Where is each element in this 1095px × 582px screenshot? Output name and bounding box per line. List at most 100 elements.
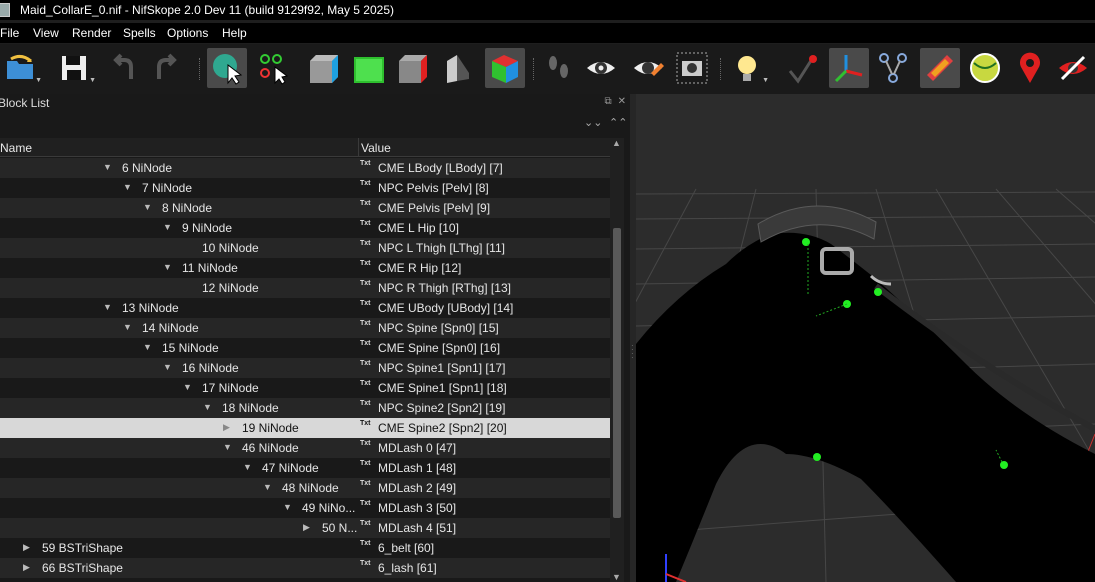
block-value[interactable]: CME Spine2 [Spn2] [20] bbox=[378, 421, 507, 435]
undo-button[interactable] bbox=[104, 48, 144, 88]
block-value[interactable]: CME L Hip [10] bbox=[378, 221, 459, 235]
select-vertex-button[interactable] bbox=[254, 48, 294, 88]
tree-row[interactable]: ▼ 46 NiNode Txt MDLash 0 [47] bbox=[0, 438, 610, 458]
node-marker[interactable] bbox=[874, 288, 882, 296]
hide-button[interactable] bbox=[1053, 48, 1093, 88]
show-collision-button[interactable] bbox=[965, 48, 1005, 88]
menu-options[interactable]: Options bbox=[167, 26, 208, 40]
collapse-arrow-icon[interactable]: ▼ bbox=[103, 302, 112, 312]
show-nodes-button[interactable] bbox=[873, 48, 913, 88]
tree-row[interactable]: 10 NiNode Txt NPC L Thigh [LThg] [11] bbox=[0, 238, 610, 258]
tree-row[interactable]: ▼ 7 NiNode Txt NPC Pelvis [Pelv] [8] bbox=[0, 178, 610, 198]
block-value[interactable]: MDLash 1 [48] bbox=[378, 461, 456, 475]
block-value[interactable]: NPC R Thigh [RThg] [13] bbox=[378, 281, 511, 295]
tree-row[interactable]: 12 NiNode Txt NPC R Thigh [RThg] [13] bbox=[0, 278, 610, 298]
tree-row[interactable]: ▶ 50 N... Txt MDLash 4 [51] bbox=[0, 518, 610, 538]
tree-row[interactable]: ▼ 17 NiNode Txt CME Spine1 [Spn1] [18] bbox=[0, 378, 610, 398]
expand-arrow-icon[interactable]: ▶ bbox=[303, 522, 310, 533]
load-button[interactable]: ▼ bbox=[0, 48, 42, 88]
collapse-arrow-icon[interactable]: ▼ bbox=[143, 202, 152, 212]
block-value[interactable]: CME Spine1 [Spn1] [18] bbox=[378, 381, 507, 395]
tree-row[interactable]: ▼ 9 NiNode Txt CME L Hip [10] bbox=[0, 218, 610, 238]
collapse-arrow-icon[interactable]: ▼ bbox=[123, 322, 132, 332]
collapse-arrow-icon[interactable]: ▼ bbox=[183, 382, 192, 392]
show-textures-button[interactable] bbox=[920, 48, 960, 88]
block-value[interactable]: MDLash 3 [50] bbox=[378, 501, 456, 515]
block-value[interactable]: CME R Hip [12] bbox=[378, 261, 461, 275]
tree-row[interactable]: ▼ 6 NiNode Txt CME LBody [LBody] [7] bbox=[0, 158, 610, 178]
node-marker[interactable] bbox=[813, 453, 821, 461]
block-value[interactable]: CME LBody [LBody] [7] bbox=[378, 161, 503, 175]
tree-row[interactable]: ▼ 15 NiNode Txt CME Spine [Spn0] [16] bbox=[0, 338, 610, 358]
expand-arrow-icon[interactable]: ▶ bbox=[223, 422, 230, 433]
tree-row[interactable]: ▼ 16 NiNode Txt NPC Spine1 [Spn1] [17] bbox=[0, 358, 610, 378]
collapse-arrow-icon[interactable]: ▼ bbox=[163, 362, 172, 372]
scrollbar-thumb[interactable] bbox=[613, 228, 621, 518]
collapse-arrow-icon[interactable]: ▼ bbox=[223, 442, 232, 452]
tree-row[interactable]: ▶ 59 BSTriShape Txt 6_belt [60] bbox=[0, 538, 610, 558]
block-value[interactable]: NPC Pelvis [Pelv] [8] bbox=[378, 181, 489, 195]
block-value[interactable]: 6_belt [60] bbox=[378, 541, 434, 555]
view-perspective-button[interactable] bbox=[485, 48, 525, 88]
collapse-arrow-icon[interactable]: ▼ bbox=[143, 342, 152, 352]
view-back-button[interactable] bbox=[394, 48, 434, 88]
show-axes-button[interactable] bbox=[829, 48, 869, 88]
expand-all-icon[interactable]: ⌄⌄ bbox=[584, 116, 602, 129]
splitter-grip[interactable]: · · · · bbox=[631, 342, 634, 362]
scroll-up-icon[interactable]: ▲ bbox=[612, 138, 621, 148]
scroll-down-icon[interactable]: ▼ bbox=[612, 572, 621, 582]
scene-canvas[interactable] bbox=[636, 94, 1095, 582]
tree-row[interactable]: ▼ 14 NiNode Txt NPC Spine [Spn0] [15] bbox=[0, 318, 610, 338]
block-value[interactable]: CME Spine [Spn0] [16] bbox=[378, 341, 500, 355]
save-button[interactable]: ▼ bbox=[54, 48, 96, 88]
screenshot-button[interactable] bbox=[672, 48, 712, 88]
show-marker-button[interactable] bbox=[628, 48, 668, 88]
menu-view[interactable]: View bbox=[33, 26, 59, 40]
float-icon[interactable]: ⧉ bbox=[604, 96, 611, 107]
tree-row[interactable]: ▼ 18 NiNode Txt NPC Spine2 [Spn2] [19] bbox=[0, 398, 610, 418]
menu-file[interactable]: File bbox=[0, 26, 19, 40]
show-vertices-button[interactable] bbox=[783, 48, 823, 88]
close-icon[interactable]: ✕ bbox=[618, 96, 626, 107]
node-marker[interactable] bbox=[802, 238, 810, 246]
block-tree[interactable]: ▼ 6 NiNode Txt CME LBody [LBody] [7] ▼ 7 NiNo… bbox=[0, 158, 610, 582]
block-value[interactable]: NPC L Thigh [LThg] [11] bbox=[378, 241, 505, 255]
collapse-arrow-icon[interactable]: ▼ bbox=[163, 222, 172, 232]
select-object-button[interactable] bbox=[207, 48, 247, 88]
vertical-scrollbar[interactable]: ▲ ▼ bbox=[610, 138, 624, 582]
tree-row[interactable]: ▼ 13 NiNode Txt CME UBody [UBody] [14] bbox=[0, 298, 610, 318]
block-value[interactable]: NPC Spine2 [Spn2] [19] bbox=[378, 401, 505, 415]
column-divider[interactable] bbox=[358, 138, 359, 156]
tree-row[interactable]: ▼ 8 NiNode Txt CME Pelvis [Pelv] [9] bbox=[0, 198, 610, 218]
walk-mode-button[interactable] bbox=[538, 48, 578, 88]
column-name-header[interactable]: Name bbox=[0, 141, 32, 155]
tree-row[interactable]: ▼ 11 NiNode Txt CME R Hip [12] bbox=[0, 258, 610, 278]
collapse-arrow-icon[interactable]: ▼ bbox=[263, 482, 272, 492]
block-value[interactable]: 6_lash [61] bbox=[378, 561, 437, 575]
block-value[interactable]: CME Pelvis [Pelv] [9] bbox=[378, 201, 490, 215]
collapse-arrow-icon[interactable]: ▼ bbox=[123, 182, 132, 192]
tree-row[interactable]: ▶ 19 NiNode Txt CME Spine2 [Spn2] [20] bbox=[0, 418, 610, 438]
menu-spells[interactable]: Spells bbox=[123, 26, 156, 40]
block-value[interactable]: NPC Spine1 [Spn1] [17] bbox=[378, 361, 505, 375]
menu-render[interactable]: Render bbox=[72, 26, 111, 40]
render-viewport[interactable] bbox=[636, 94, 1095, 582]
tree-row[interactable]: ▼ 47 NiNode Txt MDLash 1 [48] bbox=[0, 458, 610, 478]
lighting-button[interactable]: ▼ bbox=[727, 48, 769, 88]
expand-arrow-icon[interactable]: ▶ bbox=[23, 542, 30, 553]
collapse-arrow-icon[interactable]: ▼ bbox=[283, 502, 292, 512]
column-value-header[interactable]: Value bbox=[361, 141, 391, 155]
view-front-button[interactable] bbox=[305, 48, 345, 88]
collapse-arrow-icon[interactable]: ▼ bbox=[243, 462, 252, 472]
collapse-arrow-icon[interactable]: ▼ bbox=[103, 162, 112, 172]
view-user-button[interactable] bbox=[440, 48, 480, 88]
show-markers-button[interactable] bbox=[1010, 48, 1050, 88]
block-value[interactable]: CME UBody [UBody] [14] bbox=[378, 301, 513, 315]
collapse-all-icon[interactable]: ⌃⌃ bbox=[609, 116, 627, 129]
collapse-arrow-icon[interactable]: ▼ bbox=[163, 262, 172, 272]
block-value[interactable]: NPC Spine [Spn0] [15] bbox=[378, 321, 499, 335]
collapse-arrow-icon[interactable]: ▼ bbox=[203, 402, 212, 412]
expand-arrow-icon[interactable]: ▶ bbox=[23, 562, 30, 573]
block-value[interactable]: MDLash 4 [51] bbox=[378, 521, 456, 535]
tree-row[interactable]: ▼ 48 NiNode Txt MDLash 2 [49] bbox=[0, 478, 610, 498]
